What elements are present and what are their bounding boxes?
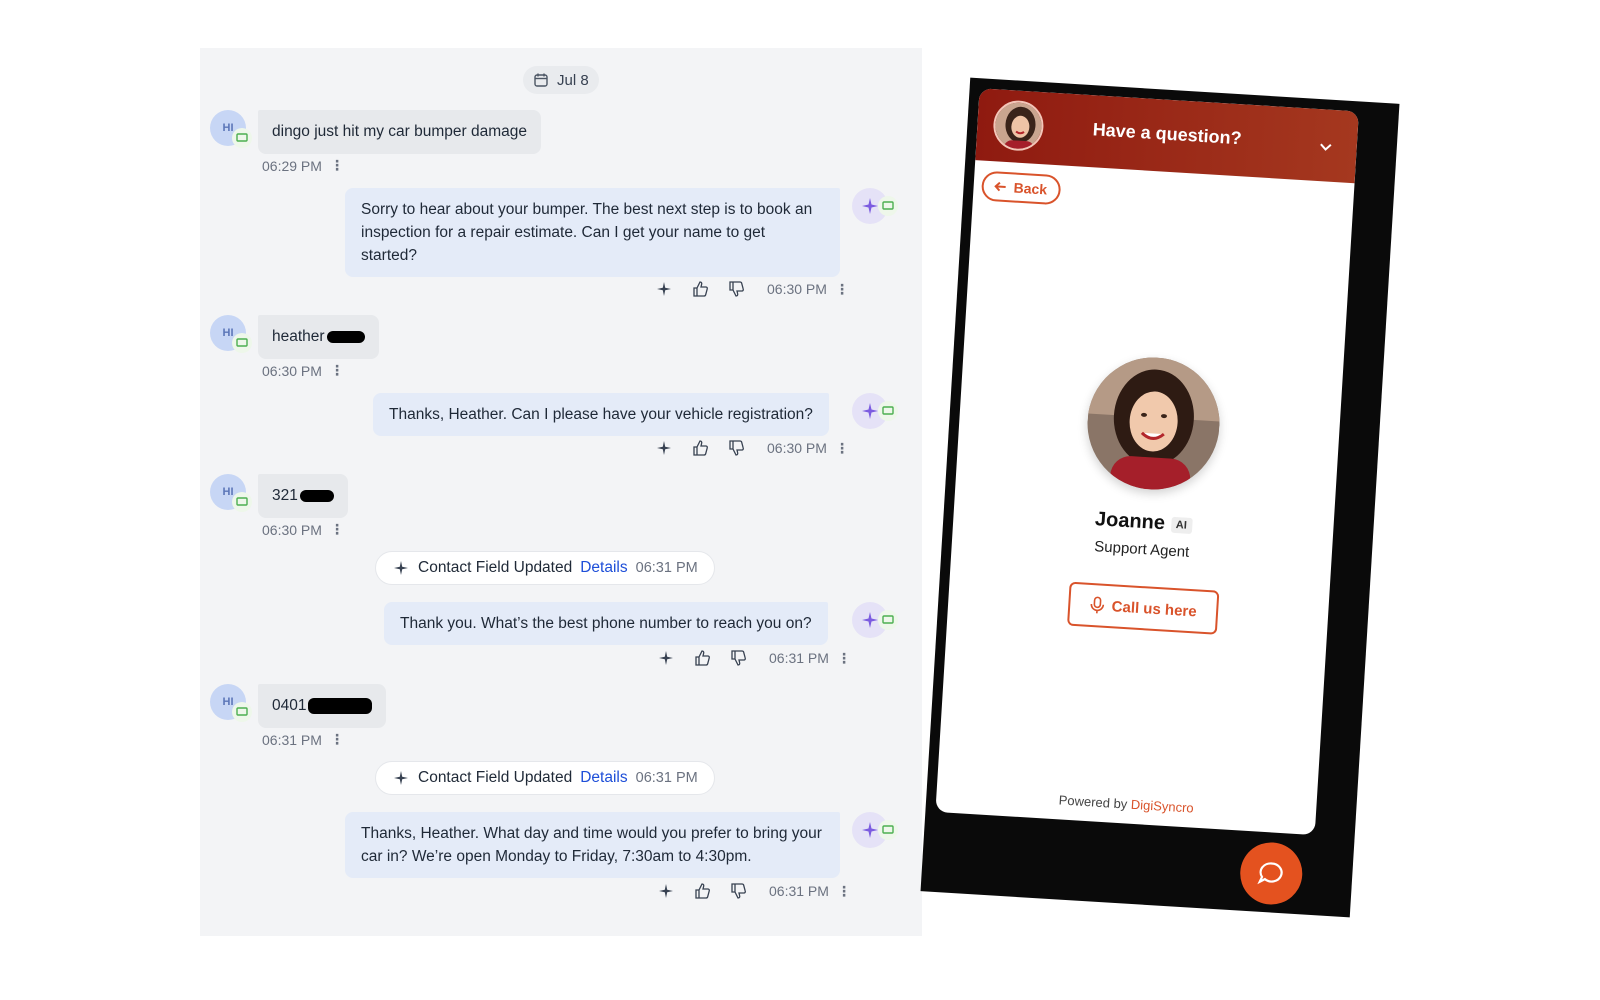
microphone-icon [1091,596,1105,614]
event-time: 06:31 PM [635,560,698,576]
message-meta: 06:30 PM ⋮ [655,439,849,457]
ai-avatar [852,812,898,848]
sms-channel-icon [878,196,898,216]
back-button[interactable]: Back [980,170,1062,206]
incoming-message: dingo just hit my car bumper damage [258,110,542,154]
contact-field-updated-event: Contact Field Updated Details 06:31 PM [375,551,715,585]
message-time: 06:30 PM [262,362,322,379]
user-avatar: HI [210,474,252,512]
thumbs-up-icon[interactable] [691,439,709,457]
date-label: Jul 8 [557,71,589,89]
outgoing-message: Thanks, Heather. Can I please have your … [373,393,829,436]
sms-channel-icon [232,333,252,353]
more-options-icon[interactable]: ⋮ [330,157,344,174]
sparkle-icon [862,198,878,214]
message-time: 06:29 PM [262,157,322,174]
sms-channel-icon [232,492,252,512]
message-meta: 06:31 PM ⋮ [657,649,851,667]
chat-bubble-icon [1257,862,1283,885]
more-options-icon[interactable]: ⋮ [837,883,851,900]
message-meta: 06:29 PM ⋮ [262,157,344,174]
message-meta: 06:31 PM ⋮ [657,882,851,900]
message-meta: 06:30 PM ⋮ [262,521,344,538]
user-avatar: HI [210,110,252,148]
message-meta: 06:31 PM ⋮ [262,731,344,748]
ai-avatar [852,188,898,224]
powered-by: Powered by DigiSyncro [1058,792,1195,816]
sms-channel-icon [232,702,252,722]
message-time: 06:30 PM [262,521,322,538]
chat-transcript-panel: Jul 8 HI dingo just hit my car bumper da… [200,48,922,936]
sms-channel-icon [878,820,898,840]
agent-photo [1083,353,1224,494]
thumbs-down-icon[interactable] [727,439,745,457]
thumbs-up-icon[interactable] [693,649,711,667]
incoming-message: 321 [258,474,348,518]
user-avatar: HI [210,315,252,353]
sparkle-icon [394,561,408,575]
sms-channel-icon [232,128,252,148]
thumbs-down-icon[interactable] [729,649,747,667]
sparkle-icon [862,822,878,838]
message-time: 06:30 PM [767,281,827,297]
call-label: Call us here [1111,597,1198,620]
thumbs-down-icon[interactable] [729,882,747,900]
sparkle-icon [394,771,408,785]
more-options-icon[interactable]: ⋮ [835,440,849,457]
contact-field-updated-event: Contact Field Updated Details 06:31 PM [375,761,715,795]
event-time: 06:31 PM [635,770,698,786]
chat-widget: Have a question? Back Joanne AI Support A… [935,88,1359,836]
details-link[interactable]: Details [580,559,627,577]
thumbs-down-icon[interactable] [727,280,745,298]
chevron-down-icon[interactable] [1316,137,1335,156]
sparkle-icon[interactable] [655,439,673,457]
more-options-icon[interactable]: ⋮ [835,281,849,298]
brand-link[interactable]: DigiSyncro [1130,797,1194,816]
sparkle-icon [862,403,878,419]
more-options-icon[interactable]: ⋮ [837,650,851,667]
redaction-mark [326,330,365,343]
message-meta: 06:30 PM ⋮ [655,280,849,298]
ai-avatar [852,393,898,429]
event-label: Contact Field Updated [418,769,573,786]
back-label: Back [1013,179,1048,198]
sparkle-icon[interactable] [655,280,673,298]
incoming-message: 0401 [258,684,387,728]
incoming-message: heather [258,315,379,359]
message-time: 06:31 PM [769,650,829,666]
date-separator: Jul 8 [523,66,599,94]
details-link[interactable]: Details [580,769,627,787]
sparkle-icon[interactable] [657,882,675,900]
message-time: 06:30 PM [767,440,827,456]
arrow-left-icon [994,181,1006,192]
calendar-icon [534,73,548,87]
widget-title: Have a question? [1092,119,1243,149]
outgoing-message: Thanks, Heather. What day and time would… [345,812,840,878]
message-time: 06:31 PM [262,731,322,748]
sms-channel-icon [878,610,898,630]
outgoing-message: Thank you. What’s the best phone number … [384,602,828,645]
outgoing-message: Sorry to hear about your bumper. The bes… [345,188,840,277]
message-time: 06:31 PM [769,883,829,899]
sms-channel-icon [878,401,898,421]
call-us-button[interactable]: Call us here [1067,581,1220,635]
message-meta: 06:30 PM ⋮ [262,362,344,379]
widget-header: Have a question? [975,88,1359,184]
redaction-mark [299,489,334,502]
redaction-mark [308,697,373,714]
event-label: Contact Field Updated [418,559,573,576]
thumbs-up-icon[interactable] [693,882,711,900]
more-options-icon[interactable]: ⋮ [330,521,344,538]
thumbs-up-icon[interactable] [691,280,709,298]
more-options-icon[interactable]: ⋮ [330,731,344,748]
ai-badge: AI [1170,516,1193,534]
phone-frame: Have a question? Back Joanne AI Support A… [920,77,1400,918]
sparkle-icon [862,612,878,628]
ai-avatar [852,602,898,638]
chat-launcher-button[interactable] [1238,840,1305,907]
more-options-icon[interactable]: ⋮ [330,362,344,379]
user-avatar: HI [210,684,252,722]
sparkle-icon[interactable] [657,649,675,667]
